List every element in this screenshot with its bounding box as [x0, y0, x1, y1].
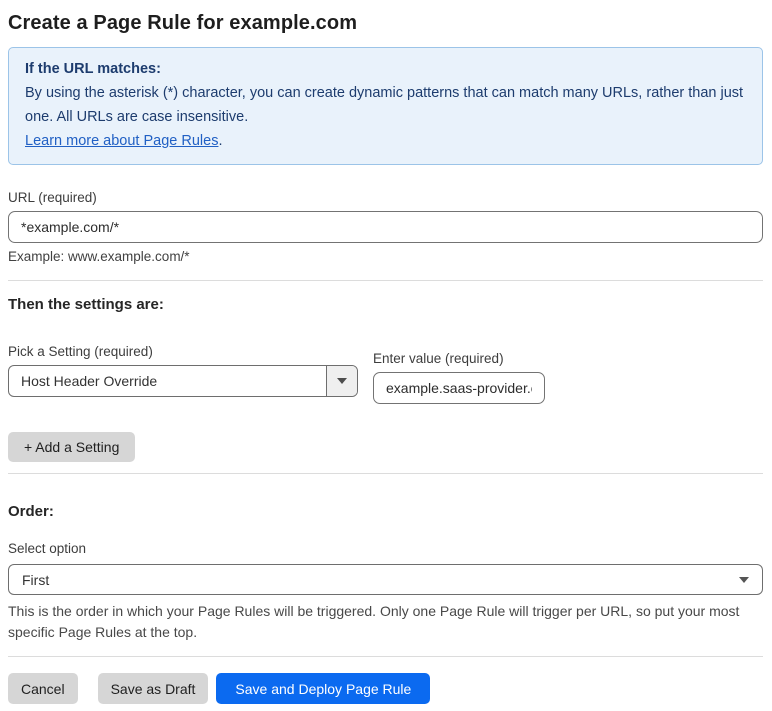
setting-select-value: Host Header Override [21, 373, 158, 389]
link-period: . [218, 133, 223, 149]
setting-select-column: Pick a Setting (required) Host Header Ov… [8, 344, 358, 397]
order-section-heading: Order: [8, 503, 54, 520]
order-select-value: First [22, 571, 50, 588]
footer-button-row: Cancel Save as Draft Save and Deploy Pag… [8, 673, 763, 704]
dropdown-arrow-icon [337, 378, 347, 384]
settings-section-heading: Then the settings are: [8, 296, 164, 313]
learn-more-link[interactable]: Learn more about Page Rules [25, 133, 218, 149]
url-field-helper: Example: www.example.com/* [8, 249, 190, 264]
order-select-label: Select option [8, 541, 87, 556]
url-match-info-box: If the URL matches: By using the asteris… [8, 47, 763, 165]
setting-select-arrow-button[interactable] [326, 366, 357, 396]
order-select[interactable]: First [8, 564, 763, 595]
divider [8, 473, 763, 474]
add-setting-button[interactable]: + Add a Setting [8, 432, 136, 462]
page-title: Create a Page Rule for example.com [8, 12, 358, 34]
info-box-heading: If the URL matches: [25, 61, 161, 77]
info-box-body: By using the asterisk (*) character, you… [25, 85, 744, 125]
create-page-rule-form: Create a Page Rule for example.com If th… [0, 0, 772, 711]
save-and-deploy-button[interactable]: Save and Deploy Page Rule [216, 673, 431, 704]
info-box-link-line: Learn more about Page Rules. [25, 129, 746, 153]
url-field-label: URL (required) [8, 190, 97, 205]
chevron-down-icon [739, 576, 749, 583]
divider [8, 656, 763, 657]
order-helper-text: This is the order in which your Page Rul… [8, 603, 740, 640]
setting-value-column: Enter value (required) [373, 351, 545, 404]
setting-select[interactable]: Host Header Override [8, 365, 358, 397]
divider [8, 280, 763, 281]
save-as-draft-button[interactable]: Save as Draft [97, 673, 209, 704]
setting-value-label: Enter value (required) [373, 351, 504, 366]
setting-select-label: Pick a Setting (required) [8, 344, 153, 359]
setting-row: Pick a Setting (required) Host Header Ov… [8, 344, 763, 404]
cancel-button[interactable]: Cancel [8, 673, 78, 704]
url-input[interactable] [8, 211, 763, 243]
setting-value-input[interactable] [373, 372, 545, 404]
